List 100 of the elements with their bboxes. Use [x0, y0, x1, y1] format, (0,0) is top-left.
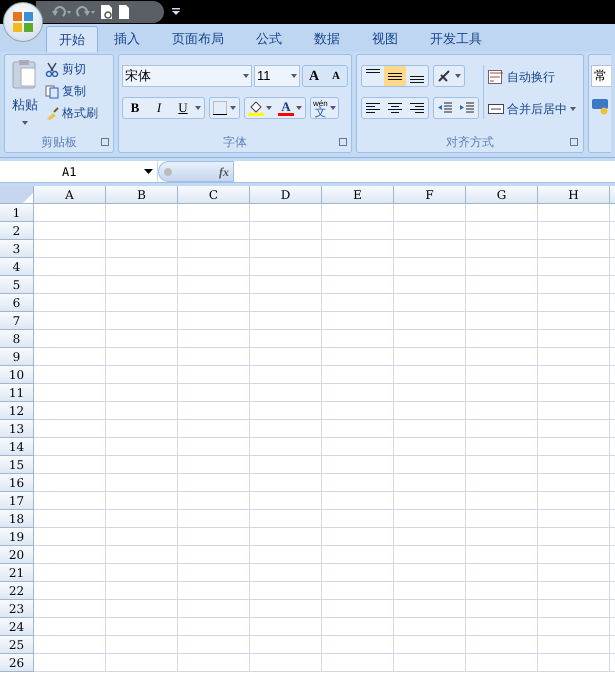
row-header[interactable]: 24 [0, 618, 34, 636]
table-cell[interactable] [394, 564, 466, 582]
table-cell[interactable] [394, 438, 466, 456]
insert-function-button[interactable]: fx [219, 162, 229, 180]
table-cell[interactable] [322, 618, 394, 636]
table-cell[interactable] [34, 384, 106, 402]
table-cell[interactable] [322, 348, 394, 366]
table-cell[interactable] [322, 528, 394, 546]
table-cell[interactable] [250, 636, 322, 654]
ribbon-tab[interactable]: 视图 [356, 26, 414, 52]
table-cell[interactable] [250, 474, 322, 492]
row-header[interactable]: 25 [0, 636, 34, 654]
table-cell[interactable] [394, 600, 466, 618]
table-cell[interactable] [178, 456, 250, 474]
table-cell[interactable] [34, 456, 106, 474]
table-cell[interactable] [394, 276, 466, 294]
table-cell[interactable] [250, 240, 322, 258]
table-cell[interactable] [106, 222, 178, 240]
table-cell[interactable] [34, 294, 106, 312]
underline-button[interactable]: U [171, 98, 195, 118]
table-cell[interactable] [250, 654, 322, 672]
table-cell[interactable] [394, 222, 466, 240]
column-header[interactable]: B [106, 186, 178, 204]
currency-icon[interactable] [591, 97, 609, 115]
ribbon-tab[interactable]: 数据 [298, 26, 356, 52]
table-cell[interactable] [106, 330, 178, 348]
table-cell[interactable] [322, 330, 394, 348]
table-cell[interactable] [106, 312, 178, 330]
table-cell[interactable] [466, 420, 538, 438]
table-cell[interactable] [178, 564, 250, 582]
print-preview-icon[interactable] [100, 4, 114, 20]
table-cell[interactable] [250, 258, 322, 276]
table-cell[interactable] [106, 564, 178, 582]
table-cell[interactable] [538, 546, 610, 564]
table-cell[interactable] [34, 366, 106, 384]
table-cell[interactable] [322, 384, 394, 402]
table-cell[interactable] [394, 528, 466, 546]
table-cell[interactable] [178, 492, 250, 510]
row-header[interactable]: 21 [0, 564, 34, 582]
table-cell[interactable] [466, 276, 538, 294]
table-cell[interactable] [178, 528, 250, 546]
table-cell[interactable] [538, 366, 610, 384]
table-cell[interactable] [322, 582, 394, 600]
table-cell[interactable] [34, 654, 106, 672]
table-cell[interactable] [322, 312, 394, 330]
align-middle-button[interactable] [384, 66, 406, 86]
font-color-button[interactable]: A [275, 98, 305, 118]
column-header[interactable]: E [322, 186, 394, 204]
table-cell[interactable] [466, 654, 538, 672]
table-cell[interactable] [466, 312, 538, 330]
table-cell[interactable] [34, 312, 106, 330]
row-header[interactable]: 11 [0, 384, 34, 402]
table-cell[interactable] [394, 312, 466, 330]
column-header[interactable]: D [250, 186, 322, 204]
italic-button[interactable]: I [147, 98, 171, 118]
table-cell[interactable] [178, 222, 250, 240]
table-cell[interactable] [466, 222, 538, 240]
table-cell[interactable] [106, 546, 178, 564]
table-cell[interactable] [178, 420, 250, 438]
table-cell[interactable] [178, 294, 250, 312]
table-cell[interactable] [466, 564, 538, 582]
grow-font-button[interactable]: A [303, 66, 325, 86]
table-cell[interactable] [394, 366, 466, 384]
table-cell[interactable] [34, 222, 106, 240]
table-cell[interactable] [34, 258, 106, 276]
table-cell[interactable] [394, 510, 466, 528]
table-cell[interactable] [466, 618, 538, 636]
column-header[interactable]: F [394, 186, 466, 204]
table-cell[interactable] [34, 276, 106, 294]
table-cell[interactable] [250, 204, 322, 222]
table-cell[interactable] [178, 618, 250, 636]
table-cell[interactable] [322, 636, 394, 654]
row-header[interactable]: 5 [0, 276, 34, 294]
wrap-text-button[interactable]: 自动换行 [488, 67, 576, 87]
table-cell[interactable] [322, 546, 394, 564]
table-cell[interactable] [250, 312, 322, 330]
table-cell[interactable] [250, 348, 322, 366]
table-cell[interactable] [538, 330, 610, 348]
row-header[interactable]: 22 [0, 582, 34, 600]
table-cell[interactable] [178, 582, 250, 600]
orientation-button[interactable] [433, 65, 465, 87]
table-cell[interactable] [34, 240, 106, 258]
table-cell[interactable] [466, 456, 538, 474]
table-cell[interactable] [538, 438, 610, 456]
table-cell[interactable] [394, 456, 466, 474]
table-cell[interactable] [34, 564, 106, 582]
table-cell[interactable] [322, 510, 394, 528]
table-cell[interactable] [34, 330, 106, 348]
table-cell[interactable] [322, 294, 394, 312]
table-cell[interactable] [250, 402, 322, 420]
table-cell[interactable] [466, 582, 538, 600]
table-cell[interactable] [538, 582, 610, 600]
table-cell[interactable] [466, 258, 538, 276]
table-cell[interactable] [538, 240, 610, 258]
table-cell[interactable] [538, 600, 610, 618]
table-cell[interactable] [538, 456, 610, 474]
row-header[interactable]: 4 [0, 258, 34, 276]
shrink-font-button[interactable]: A [325, 66, 347, 86]
ribbon-tab[interactable]: 开始 [46, 26, 98, 52]
table-cell[interactable] [250, 456, 322, 474]
